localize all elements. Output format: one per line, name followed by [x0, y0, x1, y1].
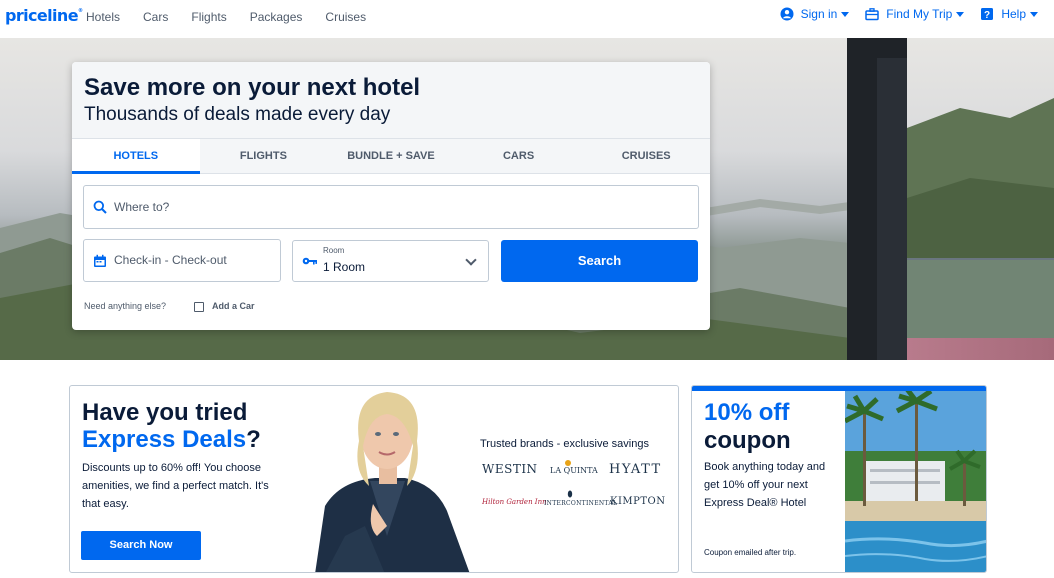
tab-bundle-save[interactable]: BUNDLE + SAVE [327, 139, 455, 173]
nav-link-packages[interactable]: Packages [250, 10, 303, 24]
find-my-trip-menu[interactable]: Find My Trip [865, 7, 965, 21]
svg-text:?: ? [984, 10, 990, 21]
express-title-end: ? [246, 426, 261, 453]
nav-link-hotels[interactable]: Hotels [86, 10, 120, 24]
brand-logo-hilton-garden-inn: Hilton Garden Inn [482, 498, 547, 506]
room-value: 1 Room [323, 260, 366, 274]
coupon-title-highlight: 10% off [704, 399, 790, 426]
help-icon: ? [981, 8, 994, 21]
tab-cars[interactable]: CARS [455, 139, 583, 173]
express-title-line1: Have you tried [82, 399, 248, 426]
coupon-note: Coupon emailed after trip. [704, 548, 797, 557]
express-deals-title: Have you tried Express Deals? [82, 399, 261, 453]
dates-placeholder: Check-in - Check-out [114, 253, 227, 267]
priceline-logo[interactable]: priceline® [5, 6, 83, 25]
room-label: Room [323, 246, 345, 255]
hotel-search-card: Save more on your next hotel Thousands o… [72, 62, 710, 330]
hero-subtitle: Thousands of deals made every day [84, 104, 391, 125]
express-deals-promo: Have you tried Express Deals? Discounts … [69, 385, 679, 573]
brand-logo-westin: WESTIN [482, 462, 538, 476]
chevron-down-icon [465, 254, 477, 266]
search-card-header: Save more on your next hotel Thousands o… [72, 62, 710, 138]
user-icon [780, 7, 794, 21]
spokesperson-image [315, 392, 470, 572]
need-anything-label: Need anything else? [84, 301, 167, 311]
top-navigation: priceline® Hotels Cars Flights Packages … [0, 0, 1054, 38]
destination-input[interactable]: Where to? [83, 185, 699, 229]
chevron-down-icon [841, 11, 850, 17]
chevron-down-icon [1030, 11, 1038, 17]
sign-in-label: Sign in [800, 7, 838, 21]
search-now-button[interactable]: Search Now [81, 531, 201, 560]
brand-logo-la-quinta: LA QUINTA [550, 466, 598, 475]
hero-title: Save more on your next hotel [84, 74, 421, 101]
dates-input[interactable]: Check-in - Check-out [83, 239, 281, 282]
express-deals-description: Discounts up to 60% off! You choose amen… [82, 462, 269, 510]
coupon-description: Book anything today and get 10% off your… [704, 461, 826, 509]
account-nav: Sign in Find My Trip ? Help [780, 7, 1054, 21]
brand-logo-intercontinental: INTERCONTINENTAL [544, 500, 618, 507]
intercontinental-mark-icon [567, 490, 573, 498]
tab-hotels[interactable]: HOTELS [72, 139, 200, 174]
coupon-title: 10% off coupon [704, 399, 791, 455]
destination-placeholder: Where to? [114, 200, 170, 214]
nav-link-cars[interactable]: Cars [143, 10, 168, 24]
window-frame-inner [877, 58, 907, 360]
tab-flights[interactable]: FLIGHTS [200, 139, 328, 173]
coupon-promo: 10% off coupon Book anything today and g… [691, 385, 987, 573]
tab-cruises[interactable]: CRUISES [582, 139, 710, 173]
help-label: Help [1001, 7, 1026, 21]
coupon-title-dark: coupon [704, 427, 791, 454]
search-icon [93, 200, 107, 214]
sign-in-menu[interactable]: Sign in [780, 7, 850, 21]
primary-nav: Hotels Cars Flights Packages Cruises [86, 10, 389, 24]
find-my-trip-label: Find My Trip [886, 7, 953, 21]
trusted-brands-label: Trusted brands - exclusive savings [480, 438, 649, 450]
brand-logo-hyatt: HYATT [609, 462, 662, 477]
room-select[interactable]: Room 1 Room [292, 240, 489, 282]
brand-logo-kimpton: KIMPTON [610, 496, 666, 507]
sun-icon [565, 460, 571, 466]
nav-link-flights[interactable]: Flights [191, 10, 226, 24]
search-button[interactable]: Search [501, 240, 698, 282]
add-car-label[interactable]: Add a Car [212, 301, 255, 311]
nav-link-cruises[interactable]: Cruises [325, 10, 366, 24]
product-tabs: HOTELS FLIGHTS BUNDLE + SAVE CARS CRUISE… [72, 138, 710, 174]
express-title-highlight: Express Deals [82, 426, 247, 453]
chevron-down-icon [956, 11, 965, 17]
resort-pool-image [845, 391, 986, 572]
briefcase-icon [865, 8, 880, 21]
key-icon [302, 257, 317, 265]
help-menu[interactable]: ? Help [980, 7, 1038, 21]
add-car-checkbox[interactable] [194, 302, 204, 312]
balcony-roof [907, 338, 1054, 360]
calendar-icon [94, 254, 106, 267]
